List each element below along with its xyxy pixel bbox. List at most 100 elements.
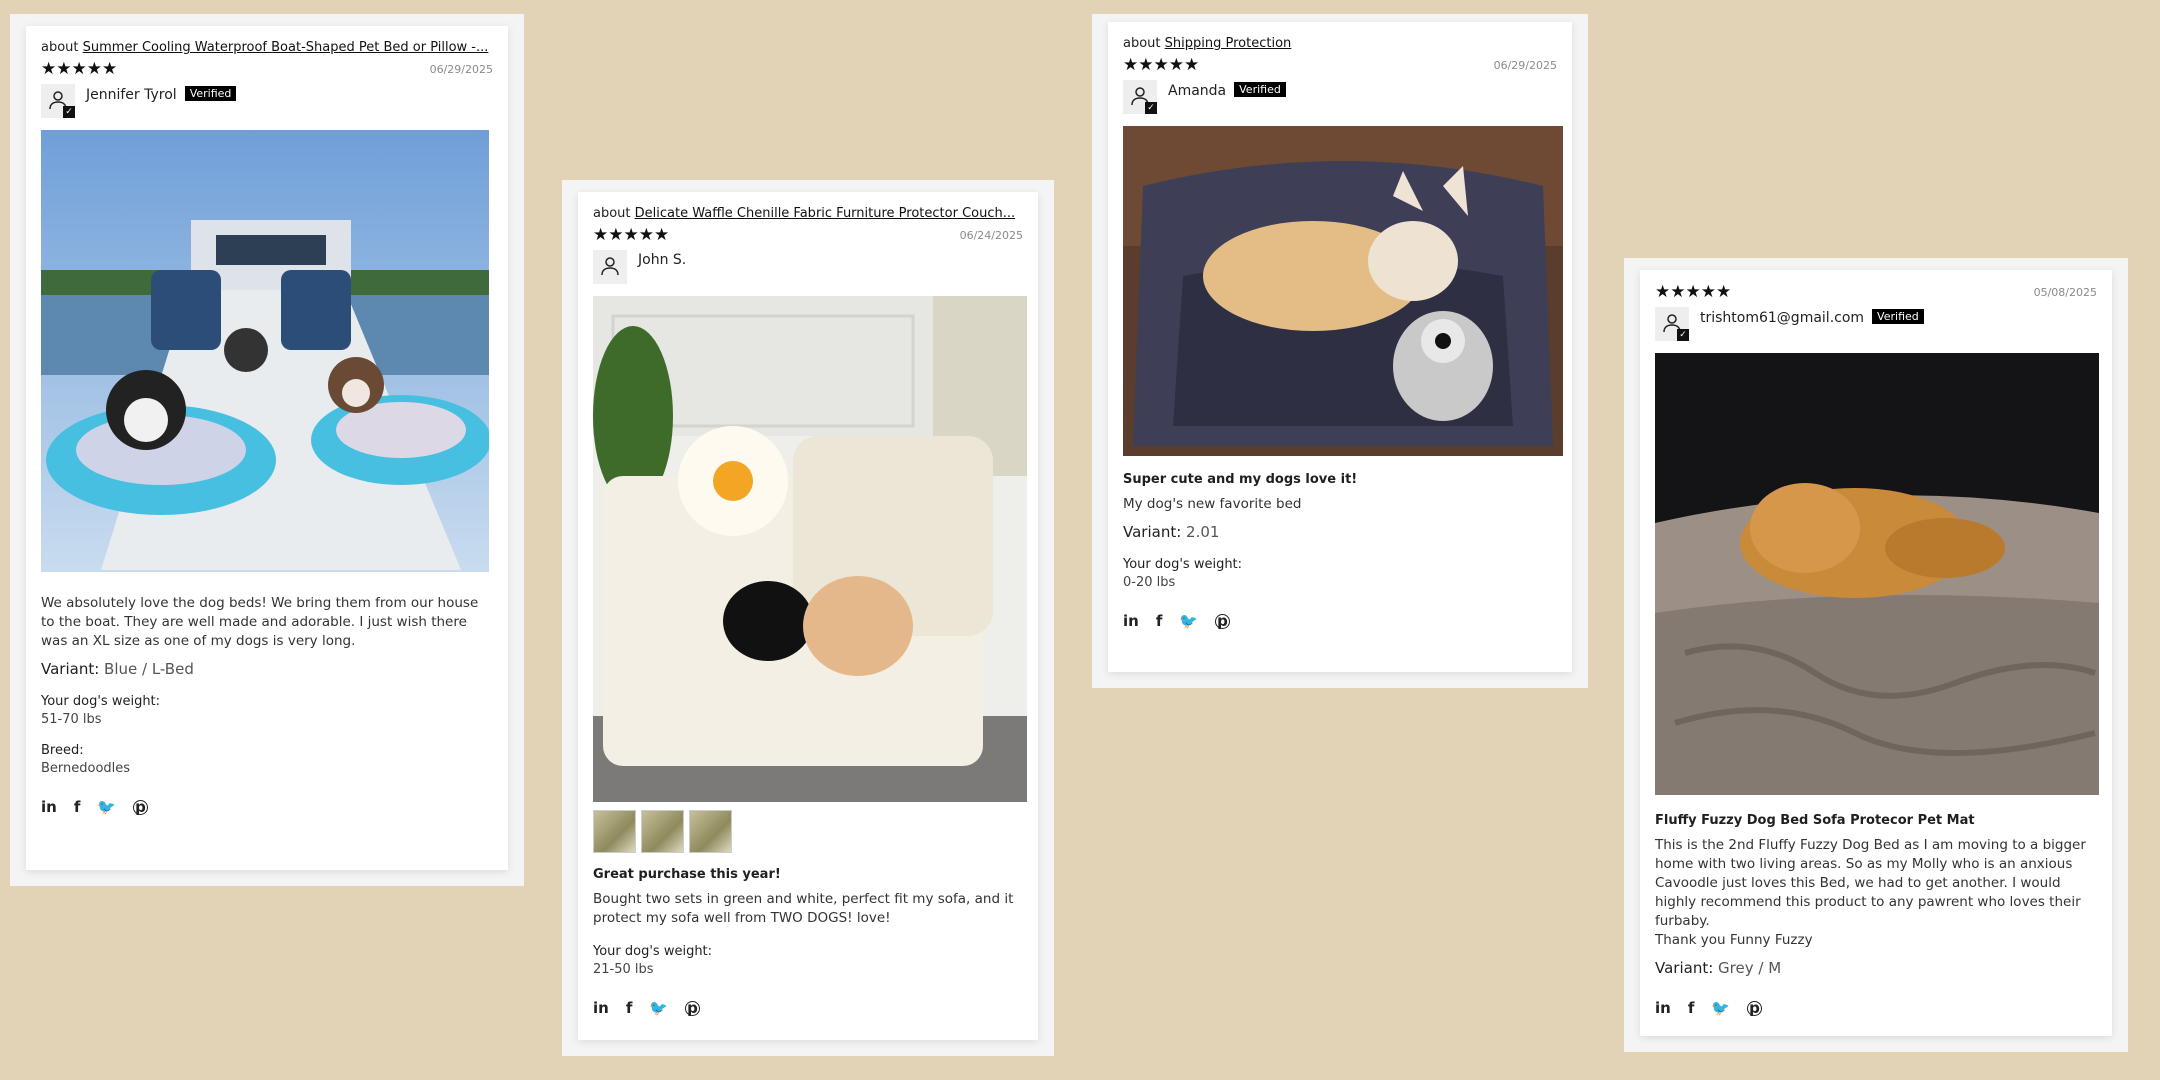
reviewer-name-row: John S. [638, 252, 686, 268]
product-link[interactable]: Delicate Waffle Chenille Fabric Furnitur… [635, 206, 1015, 221]
linkedin-icon[interactable]: in [41, 798, 57, 816]
twitter-icon[interactable]: 🐦 [649, 999, 668, 1017]
reviewer-name: Jennifer Tyrol [86, 87, 177, 103]
variant-value: Blue / L-Bed [104, 660, 194, 678]
share-links: in f 🐦 p [41, 798, 493, 816]
weight-value: 21-50 lbs [593, 962, 654, 977]
review-date: 05/08/2025 [2033, 286, 2097, 299]
review-about: about Summer Cooling Waterproof Boat-Sha… [41, 40, 493, 55]
verified-check-icon: ✓ [1145, 102, 1157, 114]
photo-thumbnails [593, 810, 1023, 853]
twitter-icon[interactable]: 🐦 [1179, 612, 1198, 630]
review-title: Fluffy Fuzzy Dog Bed Sofa Protecor Pet M… [1655, 813, 1975, 828]
linkedin-icon[interactable]: in [1123, 612, 1139, 630]
reviewer-name: John S. [638, 252, 687, 268]
share-links: in f 🐦 p [593, 999, 1023, 1017]
stars-text: ★★★★★ [41, 59, 118, 79]
avatar: ✓ [41, 84, 75, 118]
product-link[interactable]: Shipping Protection [1165, 36, 1292, 51]
review-card-wrapper: about Delicate Waffle Chenille Fabric Fu… [562, 180, 1054, 1056]
reviewer: John S. [593, 250, 1023, 284]
review-body-signoff: Thank you Funny Fuzzy [1655, 932, 1813, 948]
chihuahua-bed-image [1123, 126, 1563, 456]
linkedin-icon[interactable]: in [593, 999, 609, 1017]
review-card: about Summer Cooling Waterproof Boat-Sha… [26, 26, 508, 870]
avatar [593, 250, 627, 284]
stars-text: ★★★★★ [1655, 282, 1732, 302]
reviewer-name: trishtom61@gmail.com [1700, 310, 1865, 326]
pinterest-icon[interactable]: p [685, 1000, 701, 1016]
pinterest-icon[interactable]: p [1215, 613, 1231, 629]
pinterest-icon[interactable]: p [1747, 1000, 1763, 1016]
verified-check-icon: ✓ [63, 106, 75, 118]
variant-label: Variant: [1123, 523, 1182, 541]
variant: Variant: Blue / L-Bed [41, 660, 493, 678]
review-card-wrapper: ★★★★★ 05/08/2025 ✓ trishtom61@gmail.com V… [1624, 258, 2128, 1052]
weight-label: Your dog's weight: [593, 944, 713, 959]
review-about: about Shipping Protection [1123, 36, 1557, 51]
weight-value: 0-20 lbs [1123, 575, 1176, 590]
review-card: about Shipping Protection ★★★★★ 06/29/20… [1108, 22, 1572, 672]
facebook-icon[interactable]: f [74, 798, 81, 816]
twitter-icon[interactable]: 🐦 [97, 798, 116, 816]
reviewer: ✓ trishtom61@gmail.com Verified [1655, 307, 2097, 341]
reviewer-name-row: Amanda Verified [1168, 82, 1286, 99]
avatar: ✓ [1123, 80, 1157, 114]
review-body: We absolutely love the dog beds! We brin… [41, 595, 479, 649]
avatar: ✓ [1655, 307, 1689, 341]
review-title: Great purchase this year! [593, 867, 781, 882]
about-prefix: about [41, 40, 79, 55]
thumbnail[interactable] [641, 810, 684, 853]
thumbnail[interactable] [593, 810, 636, 853]
variant-value: 2.01 [1186, 523, 1220, 541]
variant: Variant: 2.01 [1123, 523, 1557, 541]
facebook-icon[interactable]: f [626, 999, 633, 1017]
review-body: This is the 2nd Fluffy Fuzzy Dog Bed as … [1655, 837, 2086, 929]
breed-label: Breed: [41, 743, 84, 758]
sofa-dogs-image [593, 296, 1027, 802]
breed-value: Bernedoodles [41, 761, 131, 776]
share-links: in f 🐦 p [1123, 612, 1557, 630]
reviewer: ✓ Amanda Verified [1123, 80, 1557, 114]
review-date: 06/29/2025 [429, 63, 493, 76]
review-title: Super cute and my dogs love it! [1123, 472, 1358, 487]
about-prefix: about [593, 206, 631, 221]
weight-label: Your dog's weight: [1123, 557, 1243, 572]
thumbnail[interactable] [689, 810, 732, 853]
review-about: about Delicate Waffle Chenille Fabric Fu… [593, 206, 1023, 221]
verified-badge: Verified [1872, 309, 1924, 324]
facebook-icon[interactable]: f [1156, 612, 1163, 630]
variant-value: Grey / M [1718, 959, 1782, 977]
verified-check-icon: ✓ [1677, 329, 1689, 341]
review-card-wrapper: about Summer Cooling Waterproof Boat-Sha… [10, 14, 524, 886]
review-photo[interactable] [1123, 126, 1563, 456]
boat-dogs-image [41, 130, 489, 572]
user-outline-icon [601, 257, 619, 276]
variant-label: Variant: [41, 660, 100, 678]
facebook-icon[interactable]: f [1688, 999, 1695, 1017]
review-photo[interactable] [593, 296, 1027, 802]
reviewer: ✓ Jennifer Tyrol Verified [41, 84, 493, 118]
fluffy-dog-mat-image [1655, 353, 2099, 795]
product-link[interactable]: Summer Cooling Waterproof Boat-Shaped Pe… [83, 40, 489, 55]
review-body: My dog's new favorite bed [1123, 496, 1302, 512]
reviewer-name: Amanda [1168, 83, 1227, 99]
weight-value: 51-70 lbs [41, 712, 102, 727]
linkedin-icon[interactable]: in [1655, 999, 1671, 1017]
review-date: 06/24/2025 [959, 229, 1023, 242]
review-photo[interactable] [41, 130, 489, 572]
pinterest-icon[interactable]: p [133, 799, 149, 815]
review-card: ★★★★★ 05/08/2025 ✓ trishtom61@gmail.com V… [1640, 270, 2112, 1036]
star-rating: ★★★★★ [1123, 57, 1199, 74]
star-rating: ★★★★★ [41, 61, 117, 78]
reviewer-name-row: trishtom61@gmail.com Verified [1700, 309, 1924, 326]
stars-text: ★★★★★ [593, 225, 670, 245]
about-prefix: about [1123, 36, 1161, 51]
star-rating: ★★★★★ [593, 227, 669, 244]
twitter-icon[interactable]: 🐦 [1711, 999, 1730, 1017]
variant: Variant: Grey / M [1655, 959, 2097, 977]
variant-label: Variant: [1655, 959, 1714, 977]
review-photo[interactable] [1655, 353, 2099, 795]
reviewer-name-row: Jennifer Tyrol Verified [86, 86, 237, 103]
review-card-wrapper: about Shipping Protection ★★★★★ 06/29/20… [1092, 14, 1588, 688]
